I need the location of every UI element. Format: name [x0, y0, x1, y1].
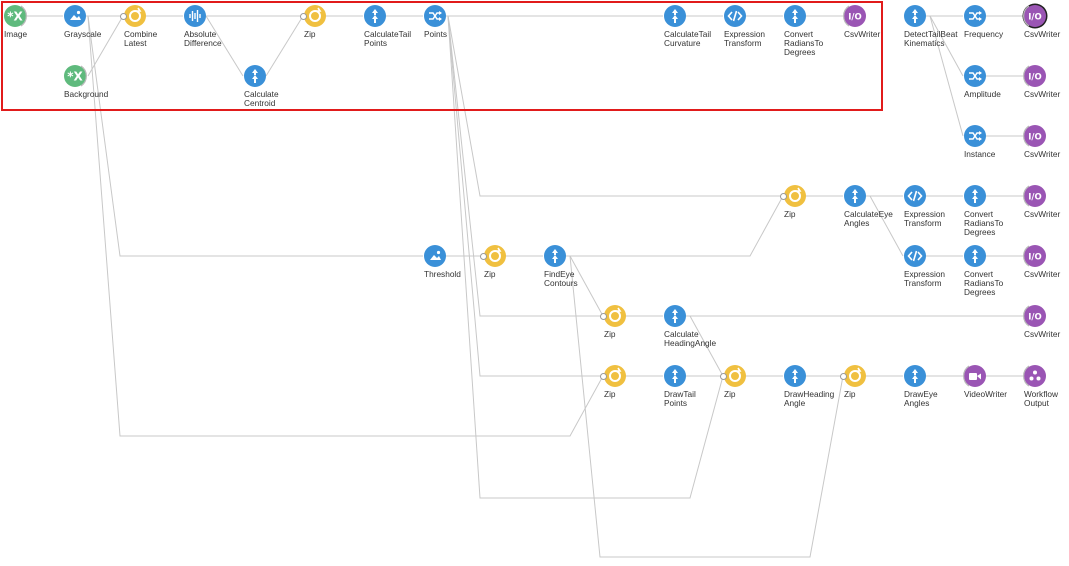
node-outline-arc — [1023, 305, 1030, 327]
transform-arrow-icon — [672, 309, 678, 323]
node-detect-tail-beat[interactable] — [904, 5, 926, 27]
workflow-canvas[interactable]: *X Image Grayscale *X Background Combine Late… — [0, 0, 1069, 566]
node-label: FindEye Contours — [544, 269, 578, 288]
node-threshold[interactable] — [424, 245, 446, 267]
node-outline-arc — [1023, 65, 1030, 87]
transform-arrow-icon — [972, 249, 978, 263]
node-label: CsvWriter — [1024, 29, 1061, 39]
node-label: CsvWriter — [1024, 329, 1061, 339]
node-label: Convert RadiansTo Degrees — [964, 269, 1004, 297]
node-label: CalculateEye Angles — [844, 209, 893, 228]
node-label: Zip — [484, 269, 496, 279]
node-label: Zip — [784, 209, 796, 219]
node-calculate-heading-angle[interactable] — [664, 305, 686, 327]
transform-arrow-icon — [672, 369, 678, 383]
node-draw-heading-angle[interactable] — [784, 365, 806, 387]
node-zip-6[interactable] — [724, 365, 746, 387]
code-icon — [907, 190, 923, 202]
node-label: Zip — [724, 389, 736, 399]
node-label: Zip — [604, 389, 616, 399]
node-label: Calculate HeadingAngle — [664, 329, 717, 348]
node-draw-tail-points[interactable] — [664, 365, 686, 387]
node-convert-radians-2[interactable] — [964, 185, 986, 207]
node-zip-4[interactable] — [604, 305, 626, 327]
combine-icon — [729, 367, 742, 382]
input-port[interactable] — [780, 192, 787, 200]
image-icon — [430, 250, 441, 260]
node-instance[interactable] — [964, 125, 986, 147]
shuffle-icon — [969, 11, 982, 21]
node-expression-transform-3[interactable] — [904, 245, 926, 267]
input-port[interactable] — [840, 372, 847, 380]
node-amplitude[interactable] — [964, 65, 986, 87]
combine-icon — [489, 247, 502, 262]
node-frequency[interactable] — [964, 5, 986, 27]
node-find-eye-contours[interactable] — [544, 245, 566, 267]
selection-rectangle — [1, 1, 883, 111]
code-icon — [907, 250, 923, 262]
node-label: DrawEye Angles — [904, 389, 938, 408]
input-port[interactable] — [480, 252, 487, 260]
node-draw-eye-angles[interactable] — [904, 365, 926, 387]
node-label: CsvWriter — [1024, 89, 1061, 99]
shuffle-icon — [969, 71, 982, 81]
node-label: Amplitude — [964, 89, 1001, 99]
combine-icon — [789, 187, 802, 202]
node-label: Workflow Output — [1024, 389, 1058, 408]
node-label: CsvWriter — [1024, 149, 1061, 159]
node-label: Frequency — [964, 29, 1004, 39]
node-outline-arc — [1023, 245, 1030, 267]
transform-arrow-icon — [972, 189, 978, 203]
node-label: DrawTail Points — [664, 389, 696, 408]
node-label: DetectTailBeat Kinematics — [904, 29, 958, 48]
node-label: Zip — [604, 329, 616, 339]
node-label: Threshold — [424, 269, 461, 279]
node-label: Convert RadiansTo Degrees — [964, 209, 1004, 237]
node-label: DrawHeading Angle — [784, 389, 835, 408]
transform-arrow-icon — [792, 369, 798, 383]
node-convert-radians-3[interactable] — [964, 245, 986, 267]
node-label: CsvWriter — [1024, 209, 1061, 219]
node-outline-arc — [1023, 185, 1030, 207]
transform-arrow-icon — [912, 9, 918, 23]
combine-icon — [849, 367, 862, 382]
input-port[interactable] — [600, 312, 607, 320]
input-port[interactable] — [600, 372, 607, 380]
node-zip-7[interactable] — [844, 365, 866, 387]
node-outline-arc — [1023, 125, 1030, 147]
combine-icon — [609, 367, 622, 382]
node-label: Instance — [964, 149, 996, 159]
edge — [566, 195, 784, 257]
node-zip-3[interactable] — [484, 245, 506, 267]
shuffle-icon — [969, 131, 982, 141]
node-zip-2[interactable] — [784, 185, 806, 207]
node-label: CsvWriter — [1024, 269, 1061, 279]
node-calculate-eye-angles[interactable] — [844, 185, 866, 207]
node-label: Expression Transform — [904, 269, 946, 288]
combine-icon — [609, 307, 622, 322]
node-outline-arc — [963, 365, 970, 387]
transform-arrow-icon — [852, 189, 858, 203]
input-port[interactable] — [720, 372, 727, 380]
node-expression-transform-2[interactable] — [904, 185, 926, 207]
transform-arrow-icon — [912, 369, 918, 383]
node-outline-arc — [1023, 365, 1030, 387]
node-outline-arc — [1023, 5, 1030, 27]
node-label: Zip — [844, 389, 856, 399]
node-label: VideoWriter — [964, 389, 1008, 399]
node-label: Expression Transform — [904, 209, 946, 228]
transform-arrow-icon — [552, 249, 558, 263]
node-zip-5[interactable] — [604, 365, 626, 387]
